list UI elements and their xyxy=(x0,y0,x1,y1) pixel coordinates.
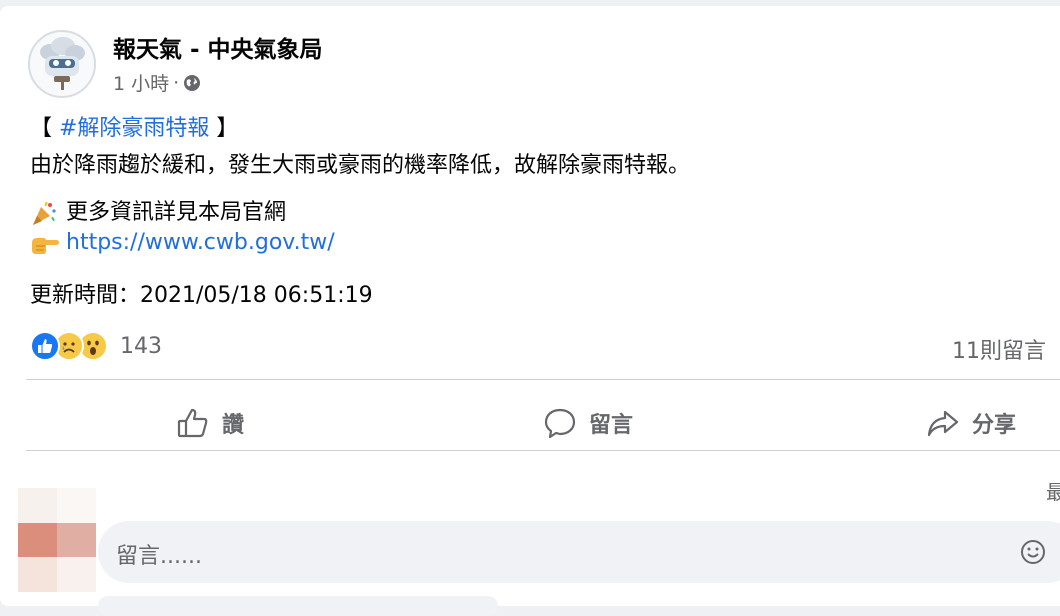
divider-bottom xyxy=(26,450,1060,451)
party-popper-icon xyxy=(30,199,60,227)
comment-count[interactable]: 11則留言 xyxy=(952,333,1046,365)
post-line-body: 由於降雨趨於緩和，發生大雨或豪雨的機率降低，故解除豪雨特報。 xyxy=(30,153,691,178)
like-button[interactable]: 讚 xyxy=(176,401,244,445)
post-meta: 1 小時 · xyxy=(113,69,201,96)
divider-top xyxy=(26,379,1060,380)
comment-placeholder: 留言...... xyxy=(116,544,202,569)
bracket-close: 】 xyxy=(209,116,239,141)
thumbs-up-icon xyxy=(177,408,208,438)
mascot-icon xyxy=(40,37,85,90)
page-name[interactable]: 報天氣 - 中央氣象局 xyxy=(113,30,323,64)
share-button[interactable]: 分享 xyxy=(926,401,1016,445)
comment-label: 留言 xyxy=(589,413,634,438)
share-label: 分享 xyxy=(972,413,1017,438)
speech-bubble-icon xyxy=(544,408,576,439)
commenter-avatar[interactable] xyxy=(18,488,96,592)
smiley-icon[interactable] xyxy=(1020,539,1046,565)
next-comment-bubble xyxy=(98,596,498,616)
hashtag-link[interactable]: #解除豪雨特報 xyxy=(59,116,209,141)
post-line-hashtag: 【 #解除豪雨特報 】 xyxy=(30,110,238,142)
meta-separator: · xyxy=(173,71,180,94)
globe-icon[interactable] xyxy=(183,74,201,92)
post-line-more-info: 更多資訊詳見本局官網 xyxy=(30,194,286,227)
post-card: 報天氣 - 中央氣象局 1 小時 · 【 #解除豪雨特報 】 由於降雨趨於緩和，… xyxy=(0,6,1060,616)
more-info-text: 更多資訊詳見本局官網 xyxy=(66,200,287,225)
page-avatar[interactable] xyxy=(28,30,96,98)
post-line-link: https://www.cwb.gov.tw/ xyxy=(30,229,335,257)
reaction-summary[interactable]: 143 xyxy=(30,331,162,361)
comment-input[interactable]: 留言...... xyxy=(98,521,1060,583)
like-label: 讚 xyxy=(222,413,245,438)
post-time[interactable]: 1 小時 xyxy=(113,69,169,96)
comment-button[interactable]: 留言 xyxy=(543,401,633,445)
bracket-open: 【 xyxy=(30,116,59,141)
like-reaction-icon xyxy=(30,331,60,361)
share-arrow-icon xyxy=(927,410,959,437)
reaction-count[interactable]: 143 xyxy=(120,334,162,359)
post-line-updated: 更新時間：2021/05/18 06:51:19 xyxy=(30,283,373,308)
comment-sort-label[interactable]: 最 xyxy=(1046,476,1060,505)
website-link[interactable]: https://www.cwb.gov.tw/ xyxy=(66,230,335,255)
pointing-hand-icon xyxy=(30,229,60,257)
